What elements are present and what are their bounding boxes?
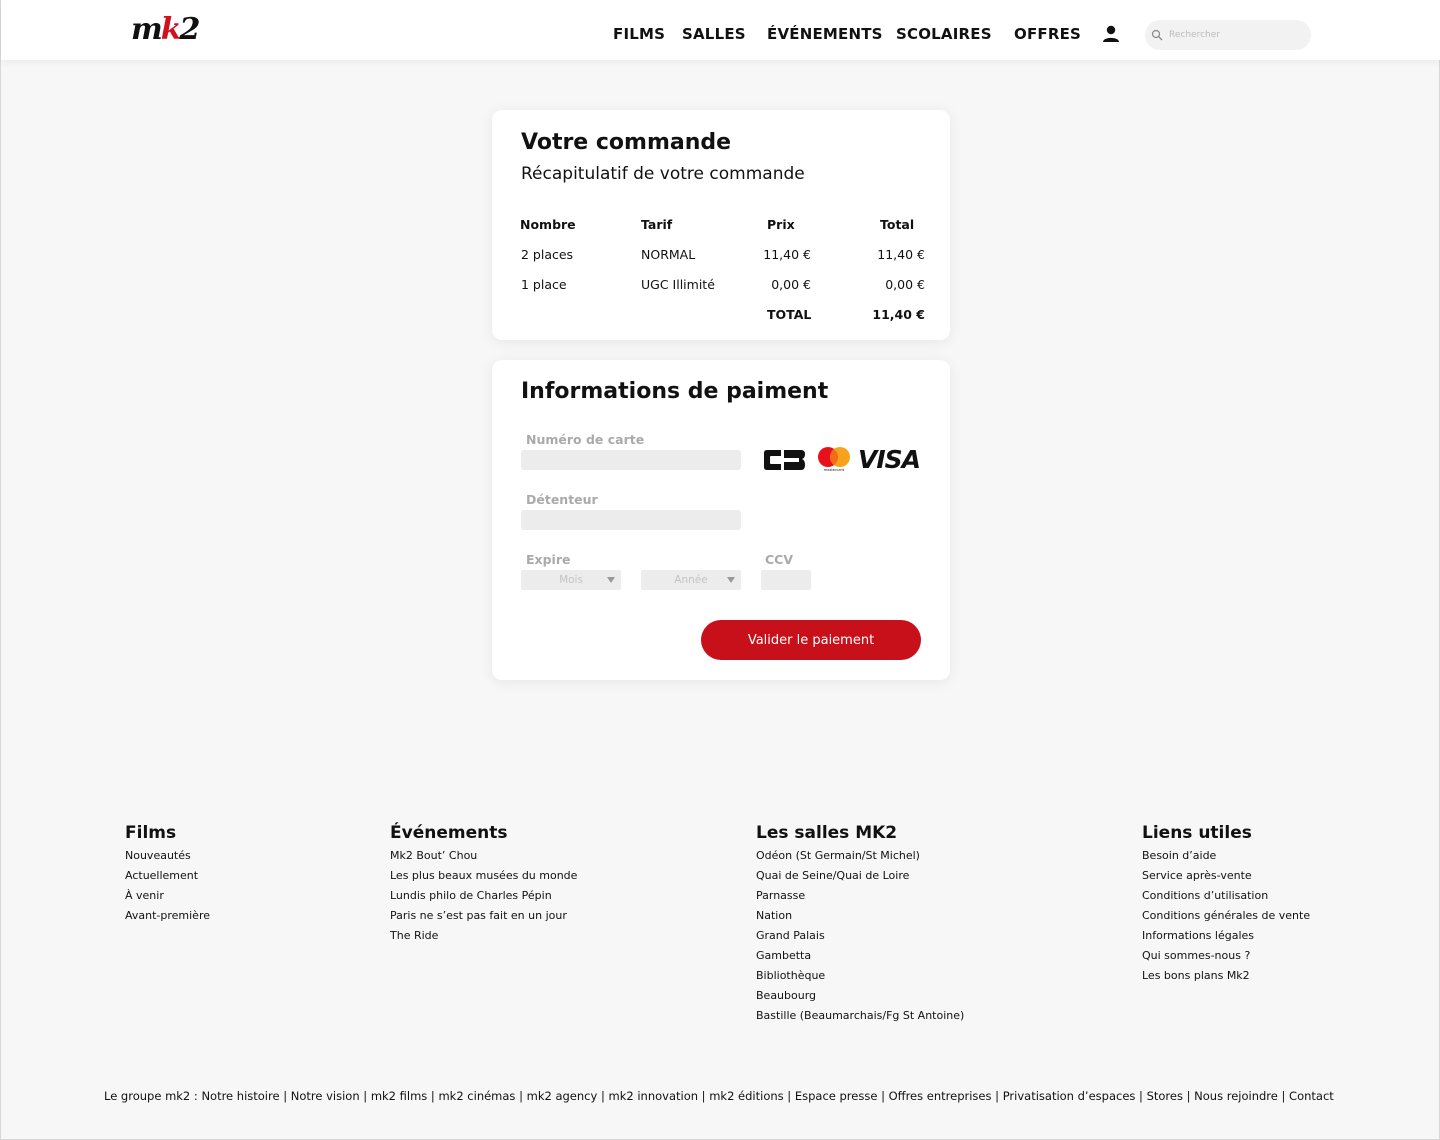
footer-link[interactable]: Beaubourg <box>756 986 964 1006</box>
footer-link[interactable]: Les plus beaux musées du monde <box>390 866 577 886</box>
group-link[interactable]: mk2 éditions <box>709 1089 783 1103</box>
footer-link[interactable]: Parnasse <box>756 886 964 906</box>
footer-col-title: Les salles MK2 <box>756 823 898 843</box>
chevron-down-icon <box>607 577 615 583</box>
footer-link[interactable]: Quai de Seine/Quai de Loire <box>756 866 964 886</box>
col-total: Total <box>880 217 915 232</box>
year-select-value: Année <box>674 574 708 586</box>
year-select[interactable]: Année <box>641 570 741 590</box>
site-header: mk2 FILMS SALLES ÉVÉNEMENTS SCOLAIRES OF… <box>1 0 1440 60</box>
group-link[interactable]: mk2 cinémas <box>438 1089 515 1103</box>
group-link[interactable]: Offres entreprises <box>889 1089 992 1103</box>
nav-evenements[interactable]: ÉVÉNEMENTS <box>767 24 883 44</box>
row1-prix: 11,40 € <box>763 247 811 262</box>
footer-link[interactable]: Mk2 Bout’ Chou <box>390 846 577 866</box>
group-link[interactable]: mk2 innovation <box>609 1089 699 1103</box>
group-link[interactable]: Contact <box>1289 1089 1334 1103</box>
footer-link[interactable]: Gambetta <box>756 946 964 966</box>
footer-link[interactable]: Informations légales <box>1142 926 1310 946</box>
group-link[interactable]: Stores <box>1147 1089 1183 1103</box>
row2-tarif: UGC Illimité <box>641 277 715 292</box>
col-tarif: Tarif <box>641 217 673 232</box>
footer-col-title: Liens utiles <box>1142 823 1252 843</box>
logo-k: k <box>160 12 182 47</box>
row2-prix: 0,00 € <box>771 277 811 292</box>
footer-link[interactable]: The Ride <box>390 926 577 946</box>
col-nombre: Nombre <box>520 217 576 232</box>
footer-link[interactable]: Odéon (St Germain/St Michel) <box>756 846 964 866</box>
payment-title: Informations de paiment <box>521 379 829 404</box>
footer-link[interactable]: Conditions générales de vente <box>1142 906 1310 926</box>
col-prix: Prix <box>767 217 795 232</box>
total-label: TOTAL <box>767 307 812 322</box>
mastercard-icon: mastercard <box>818 447 850 472</box>
footer-col-films: Films Nouveautés Actuellement À venir Av… <box>125 822 210 926</box>
logo-2: 2 <box>179 12 201 47</box>
expiry-label: Expire <box>526 552 571 567</box>
footer-link[interactable]: Nation <box>756 906 964 926</box>
group-link[interactable]: Espace presse <box>795 1089 878 1103</box>
holder-field[interactable] <box>521 510 741 530</box>
footer-col-title: Événements <box>390 823 508 843</box>
user-icon[interactable] <box>1101 24 1121 44</box>
footer-link[interactable]: Paris ne s’est pas fait en un jour <box>390 906 577 926</box>
group-link[interactable]: Notre histoire <box>201 1089 279 1103</box>
cb-card-icon <box>764 450 805 470</box>
card-number-label: Numéro de carte <box>526 432 645 447</box>
footer-link[interactable]: Service après-vente <box>1142 866 1310 886</box>
row1-total: 11,40 € <box>877 247 925 262</box>
card-number-field[interactable] <box>521 450 741 470</box>
footer-link[interactable]: Bibliothèque <box>756 966 964 986</box>
footer-col-liens-utiles: Liens utiles Besoin d’aide Service après… <box>1142 822 1310 986</box>
nav-scolaires[interactable]: SCOLAIRES <box>896 24 992 44</box>
footer-link[interactable]: Avant-première <box>125 906 210 926</box>
total-value: 11,40 € <box>872 307 925 322</box>
search-bar[interactable] <box>1145 20 1311 50</box>
holder-label: Détenteur <box>526 492 598 507</box>
mastercard-caption: mastercard <box>824 468 844 472</box>
footer-link[interactable]: Nouveautés <box>125 846 210 866</box>
footer-link[interactable]: Bastille (Beaumarchais/Fg St Antoine) <box>756 1006 964 1026</box>
search-icon <box>1151 29 1163 41</box>
ccv-label: CCV <box>765 552 794 567</box>
payment-card: Informations de paiment Numéro de carte … <box>492 360 950 680</box>
group-links-bar: Le groupe mk2 : Notre histoire | Notre v… <box>104 1089 1334 1103</box>
row1-nombre: 2 places <box>521 247 574 262</box>
footer-link[interactable]: Qui sommes-nous ? <box>1142 946 1310 966</box>
footer-link[interactable]: À venir <box>125 886 210 906</box>
month-select[interactable]: Mois <box>521 570 621 590</box>
search-input[interactable] <box>1169 26 1303 44</box>
footer-link[interactable]: Besoin d’aide <box>1142 846 1310 866</box>
month-select-value: Mois <box>559 574 583 586</box>
group-link[interactable]: Notre vision <box>291 1089 360 1103</box>
group-link[interactable]: mk2 agency <box>527 1089 598 1103</box>
footer-col-evenements: Événements Mk2 Bout’ Chou Les plus beaux… <box>390 822 577 946</box>
row2-nombre: 1 place <box>521 277 567 292</box>
footer-link[interactable]: Lundis philo de Charles Pépin <box>390 886 577 906</box>
group-link[interactable]: Privatisation d’espaces <box>1003 1089 1136 1103</box>
group-link[interactable]: mk2 films <box>371 1089 427 1103</box>
nav-salles[interactable]: SALLES <box>682 24 746 44</box>
visa-icon: VISA <box>858 445 921 474</box>
nav-offres[interactable]: OFFRES <box>1014 24 1081 44</box>
footer-col-salles: Les salles MK2 Odéon (St Germain/St Mich… <box>756 822 964 1026</box>
footer-link[interactable]: Les bons plans Mk2 <box>1142 966 1310 986</box>
row1-tarif: NORMAL <box>641 247 696 262</box>
order-summary-card: Votre commande Récapitulatif de votre co… <box>492 110 950 340</box>
footer-col-title: Films <box>125 823 177 843</box>
order-title: Votre commande <box>521 130 732 155</box>
row2-total: 0,00 € <box>885 277 925 292</box>
footer-link[interactable]: Conditions d’utilisation <box>1142 886 1310 906</box>
group-link[interactable]: Nous rejoindre <box>1194 1089 1278 1103</box>
footer-link[interactable]: Grand Palais <box>756 926 964 946</box>
mk2-logo[interactable]: mk2 <box>131 12 201 48</box>
group-prefix: Le groupe mk2 : <box>104 1089 198 1103</box>
chevron-down-icon <box>727 577 735 583</box>
nav-films[interactable]: FILMS <box>613 24 665 44</box>
ccv-field[interactable] <box>761 570 811 590</box>
footer-link[interactable]: Actuellement <box>125 866 210 886</box>
order-subtitle: Récapitulatif de votre commande <box>521 164 805 184</box>
validate-payment-button[interactable]: Valider le paiement <box>701 620 921 660</box>
logo-m: m <box>131 12 163 47</box>
